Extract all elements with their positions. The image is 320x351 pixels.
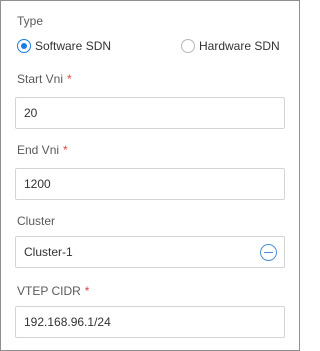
required-mark: * [67,72,72,86]
end-vni-value: 1200 [24,177,51,191]
radio-hardware-sdn-label: Hardware SDN [199,39,280,53]
radio-hardware-sdn[interactable]: Hardware SDN [181,37,280,55]
start-vni-value: 20 [24,106,38,120]
vtep-cidr-label: VTEP CIDR * [17,284,89,298]
end-vni-label-text: End Vni [17,143,60,157]
vtep-cidr-label-text: VTEP CIDR [17,284,81,298]
cluster-label-text: Cluster [17,214,56,228]
radio-software-sdn-label: Software SDN [35,39,112,53]
cluster-value: Cluster-1 [24,245,73,259]
vtep-cidr-value: 192.168.96.1/24 [24,315,111,329]
type-label: Type [17,14,43,28]
end-vni-field[interactable]: 1200 [15,168,285,200]
start-vni-label: Start Vni * [17,72,72,86]
required-mark: * [84,284,90,298]
radio-checked-icon [17,39,31,53]
cluster-label: Cluster [17,214,55,228]
type-radio-group: Software SDN Hardware SDN [17,37,283,55]
start-vni-field[interactable]: 20 [15,97,285,129]
cluster-select[interactable]: Cluster-1 [15,236,285,268]
remove-circle-icon[interactable] [260,244,277,261]
end-vni-label: End Vni * [17,143,68,157]
form-panel: Type Software SDN Hardware SDN Start Vni… [0,0,300,351]
type-label-text: Type [17,14,44,28]
vtep-cidr-field[interactable]: 192.168.96.1/24 [15,306,285,338]
required-mark: * [63,143,68,157]
start-vni-label-text: Start Vni [17,72,64,86]
radio-unchecked-icon [181,39,195,53]
radio-software-sdn[interactable]: Software SDN [17,37,111,55]
